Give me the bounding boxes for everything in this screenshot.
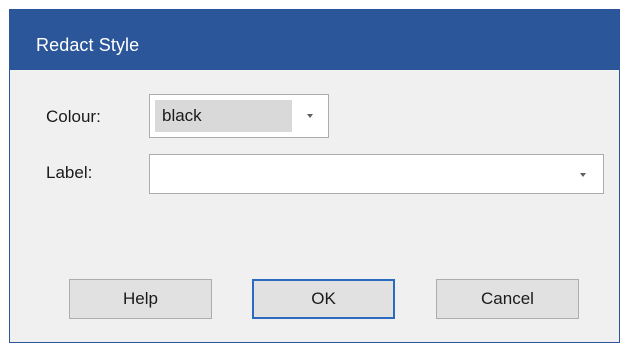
cancel-button[interactable]: Cancel [436,279,579,319]
label-dropdown[interactable] [149,154,604,194]
ok-button[interactable]: OK [252,279,395,319]
help-button[interactable]: Help [69,279,212,319]
colour-selected-value: black [162,106,202,125]
redact-style-dialog: Redact Style Colour: black Label: Help O… [9,9,620,343]
label-label: Label: [46,163,93,182]
colour-dropdown[interactable]: black [149,94,329,138]
title-bar[interactable]: Redact Style [10,10,619,70]
chevron-down-icon[interactable] [580,173,586,177]
colour-selected-highlight: black [155,100,292,132]
dialog-title: Redact Style [36,35,140,55]
chevron-down-icon[interactable] [307,114,313,118]
colour-label: Colour: [46,107,101,126]
